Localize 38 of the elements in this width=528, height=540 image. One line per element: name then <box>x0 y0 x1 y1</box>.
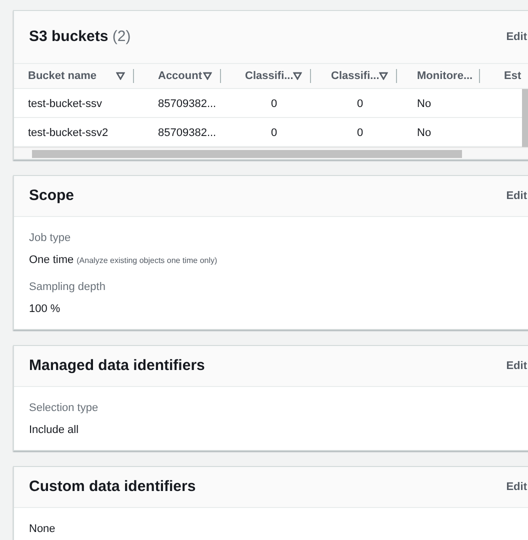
vertical-scrollbar[interactable] <box>522 89 528 147</box>
field-note: (Analyze existing objects one time only) <box>76 255 218 267</box>
edit-button[interactable]: Edit <box>506 358 527 374</box>
field-label: Selection type <box>29 401 100 415</box>
panel-title: Managed data identifiers <box>29 356 205 376</box>
field-label: Job type <box>29 231 72 245</box>
table-cell: 0 <box>356 98 364 110</box>
sort-icon[interactable] <box>293 72 302 80</box>
table-cell: 0 <box>270 98 278 110</box>
column-header[interactable]: Classifi... <box>331 68 380 84</box>
table-cell: 85709382... <box>158 127 216 139</box>
field-value: None <box>29 522 56 536</box>
column-header[interactable]: Monitore... <box>417 68 473 84</box>
panel-title: Scope <box>29 186 74 206</box>
panel-title: Custom data identifiers <box>29 476 196 497</box>
table-cell: test-bucket-ssv <box>28 98 102 110</box>
sort-icon[interactable] <box>379 72 388 80</box>
sort-icon[interactable] <box>203 72 212 80</box>
table-cell: 85709382... <box>158 98 216 110</box>
table-cell: 0 <box>270 127 278 139</box>
sort-icon[interactable] <box>116 72 125 80</box>
field-label: Sampling depth <box>29 280 106 294</box>
edit-button[interactable]: Edit <box>506 28 527 46</box>
column-header[interactable]: Classifi... <box>245 68 294 84</box>
column-header[interactable]: Bucket name <box>28 68 96 84</box>
column-header[interactable]: Account <box>158 68 202 84</box>
edit-button[interactable]: Edit <box>506 188 527 204</box>
edit-button[interactable]: Edit <box>506 478 527 496</box>
panel-title: S3 buckets (2) <box>29 26 131 47</box>
column-header[interactable]: Est <box>504 68 522 84</box>
field-value: One time <box>29 253 74 267</box>
field-value: 100 % <box>29 302 60 316</box>
table-cell: test-bucket-ssv2 <box>28 127 108 139</box>
table-cell: No <box>417 127 432 139</box>
field-value: Include all <box>29 423 79 437</box>
table-cell: No <box>417 98 432 110</box>
horizontal-scrollbar[interactable] <box>14 147 528 159</box>
table-cell: 0 <box>356 127 364 139</box>
